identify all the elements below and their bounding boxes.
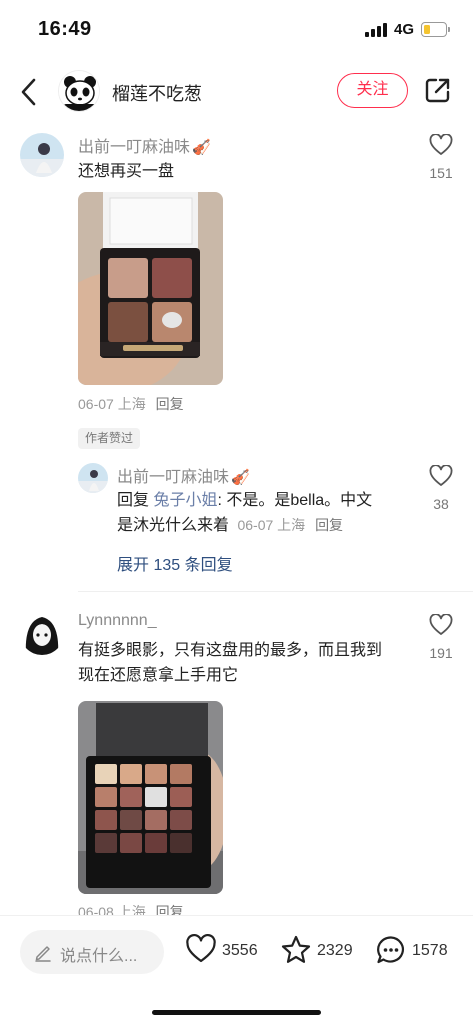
comment-photo[interactable]: [78, 192, 223, 385]
comment-location: 上海: [117, 396, 146, 412]
reply-meta: 06-07 上海 回复: [237, 517, 343, 533]
reply-button[interactable]: 回复: [315, 517, 343, 533]
heart-outline-icon: [429, 464, 453, 486]
username-text: 出前一叮麻油味: [78, 139, 191, 156]
commenter-avatar[interactable]: [20, 133, 64, 177]
like-button[interactable]: 38: [421, 464, 461, 512]
network-type: 4G: [394, 21, 415, 38]
favorite-button[interactable]: 2329: [280, 934, 362, 970]
author-liked-badge: 作者赞过: [78, 428, 141, 449]
girl-beach-avatar: [20, 133, 64, 177]
author-avatar[interactable]: [58, 70, 100, 112]
back-button[interactable]: [16, 76, 44, 108]
battery-icon: [421, 22, 447, 37]
comment-text: 有挺多眼影，只有这盘用的最多，而且我到 现在还愿意拿上手用它: [78, 638, 413, 688]
like-count: 191: [429, 645, 453, 661]
comment-meta: 06-07 上海 回复: [78, 394, 184, 414]
comment-input[interactable]: 说点什么...: [20, 930, 164, 974]
battery-cap: [448, 27, 450, 32]
status-time: 16:49: [38, 18, 92, 40]
comment-date: 06-07: [78, 396, 114, 412]
reply-text-line2: 是沐光什么来着: [117, 517, 230, 534]
status-bar: 16:49 4G: [0, 0, 473, 60]
bottom-action-bar: 说点什么... 3556 2329 1578: [0, 915, 473, 1024]
username-text: 出前一叮麻油味: [117, 469, 230, 486]
comment-button[interactable]: 1578: [375, 934, 457, 970]
pen-icon: [35, 946, 51, 962]
eyeshadow-palette-photo: [78, 192, 223, 385]
heart-icon: [186, 934, 216, 963]
comment-count: 1578: [412, 942, 448, 959]
comment-text: 还想再买一盘: [78, 163, 175, 180]
reply-date: 06-07: [237, 517, 274, 533]
note-header: 榴莲不吃葱 关注: [0, 64, 473, 120]
girl-beach-avatar: [78, 463, 108, 493]
back-arrow-icon: [21, 78, 36, 106]
reply-button[interactable]: 回复: [156, 396, 184, 412]
like-count: 151: [429, 165, 453, 181]
star-icon: [281, 935, 311, 963]
panda-avatar: [59, 71, 99, 111]
reply-prefix: 回复: [117, 492, 150, 509]
comment-photo[interactable]: [78, 701, 223, 894]
commenter-username[interactable]: 出前一叮麻油味 🎻: [78, 133, 211, 157]
heart-outline-icon: [429, 613, 453, 635]
reply-username[interactable]: 出前一叮麻油味 🎻: [117, 463, 250, 487]
reply-avatar[interactable]: [78, 463, 108, 493]
signal-icon: [365, 23, 389, 37]
share-button[interactable]: [424, 76, 452, 104]
comment-divider: [78, 591, 473, 592]
comment-text-line2: 现在还愿意拿上手用它: [78, 667, 239, 684]
battery-level: [423, 24, 430, 34]
violin-icon: 🎻: [192, 139, 211, 156]
reply-text-line1: : 不是。是bella。中文: [217, 492, 373, 509]
expand-replies-link[interactable]: 展开 135 条回复: [117, 551, 233, 575]
violin-icon: 🎻: [231, 469, 250, 486]
reply-text: 回复 兔子小姐: 不是。是bella。中文 是沐光什么来着 06-07 上海 回…: [117, 488, 407, 538]
like-button[interactable]: 191: [421, 613, 461, 661]
commenter-avatar[interactable]: [20, 611, 64, 655]
follow-button[interactable]: 关注: [337, 73, 408, 108]
commenter-username[interactable]: Lynnnnnn_: [78, 612, 157, 630]
favorite-count: 2329: [317, 942, 353, 959]
eyeshadow-palette-photo: [78, 701, 223, 894]
like-count: 38: [433, 496, 449, 512]
comment-input-placeholder: 说点什么...: [60, 948, 138, 965]
reply-location: 上海: [277, 517, 306, 533]
home-indicator[interactable]: [152, 1010, 321, 1015]
like-button[interactable]: 151: [421, 133, 461, 181]
comment-icon: [377, 936, 404, 964]
anime-girl-avatar: [20, 611, 64, 655]
mention-link[interactable]: 兔子小姐: [153, 492, 217, 509]
share-icon: [425, 78, 450, 103]
author-name[interactable]: 榴莲不吃葱: [112, 80, 202, 106]
like-note-button[interactable]: 3556: [185, 934, 265, 970]
like-count: 3556: [222, 942, 258, 959]
comment-text-line1: 有挺多眼影，只有这盘用的最多，而且我到: [78, 642, 383, 659]
heart-outline-icon: [429, 133, 453, 155]
